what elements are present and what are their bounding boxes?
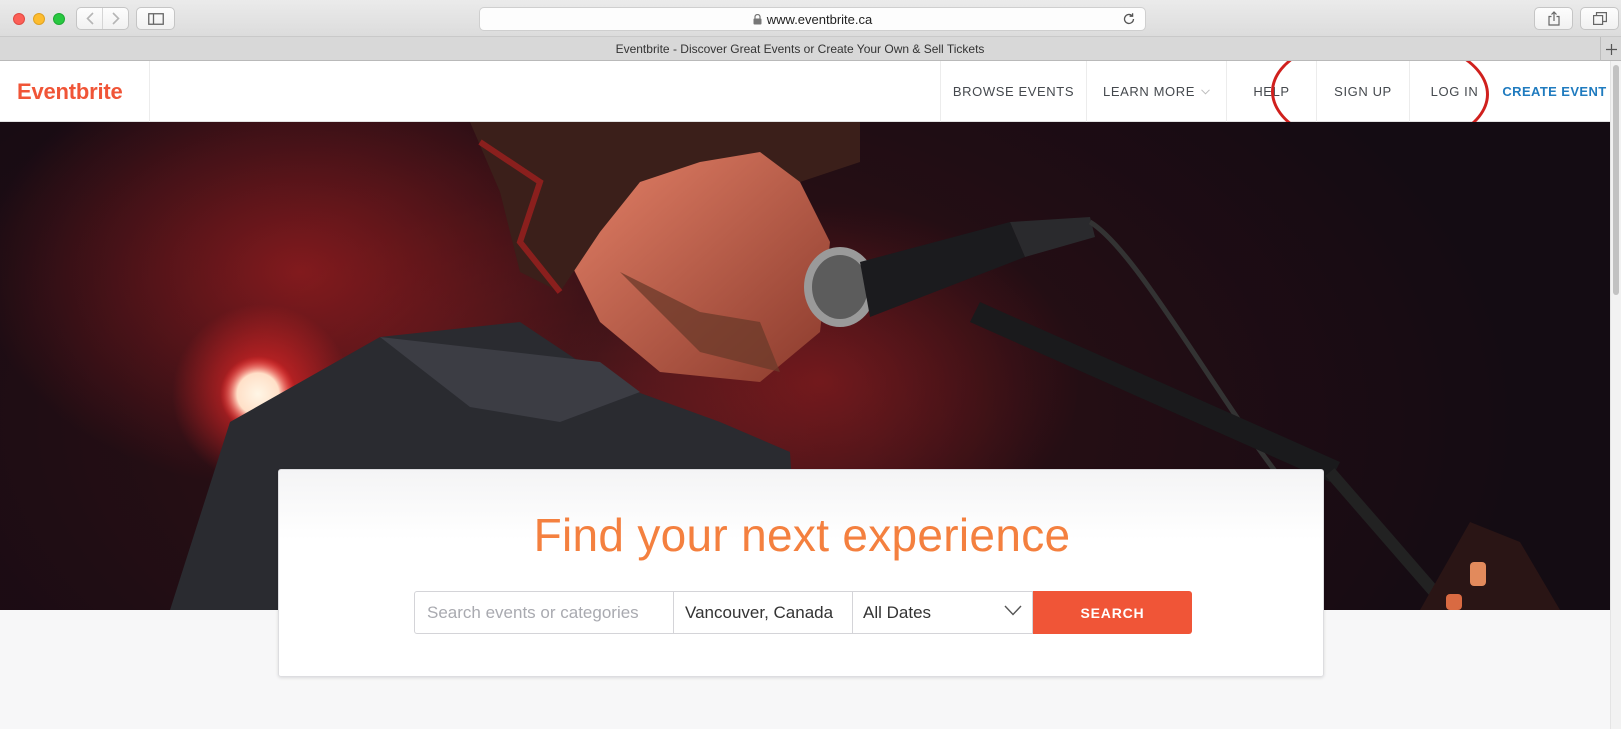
nav-help[interactable]: HELP [1226,61,1316,122]
url-text: www.eventbrite.ca [766,11,873,27]
sidebar-icon [147,12,164,25]
history-nav [76,7,129,30]
page: Eventbrite BROWSE EVENTS LEARN MORE HELP… [0,61,1610,729]
sidebar-toggle-button[interactable] [136,7,175,30]
search-button[interactable]: SEARCH [1033,591,1192,634]
search-row: Vancouver, Canada All Dates SEARCH [414,591,1192,634]
share-icon [1547,11,1560,26]
share-button[interactable] [1534,7,1573,30]
address-bar[interactable]: www.eventbrite.ca [479,7,1146,31]
chevron-down-icon [1201,88,1210,95]
close-window-button[interactable] [13,13,25,25]
scrollbar-thumb[interactable] [1613,65,1619,295]
forward-button[interactable] [102,8,128,29]
main-nav: BROWSE EVENTS LEARN MORE HELP SIGN UP LO… [940,61,1610,122]
new-tab-icon [1605,43,1617,55]
show-tabs-button[interactable] [1580,7,1619,30]
nav-create-event[interactable]: CREATE EVENT [1499,61,1610,122]
search-input[interactable] [414,591,674,634]
back-icon [85,12,94,25]
tab-title[interactable]: Eventbrite - Discover Great Events or Cr… [0,42,1600,56]
tabs-icon [1592,12,1607,25]
nav-learn-more[interactable]: LEARN MORE [1086,61,1226,122]
browser-toolbar: www.eventbrite.ca [0,0,1621,37]
nav-log-in[interactable]: LOG IN [1409,61,1499,122]
date-select[interactable]: All Dates [853,591,1033,634]
logo-cell: Eventbrite [0,61,150,122]
minimize-window-button[interactable] [33,13,45,25]
nav-browse-events[interactable]: BROWSE EVENTS [940,61,1086,122]
nav-sign-up[interactable]: SIGN UP [1316,61,1409,122]
page-scrollbar[interactable] [1610,61,1621,729]
location-field[interactable]: Vancouver, Canada [674,591,853,634]
new-tab-button[interactable] [1600,37,1621,61]
chevron-down-icon [1004,605,1022,616]
search-card: Find your next experience Vancouver, Can… [278,469,1324,677]
date-select-value: All Dates [863,602,932,622]
hero-headline: Find your next experience [533,509,1071,561]
tab-bar: Eventbrite - Discover Great Events or Cr… [0,37,1621,61]
lock-icon [753,13,762,25]
site-header: Eventbrite BROWSE EVENTS LEARN MORE HELP… [0,61,1610,154]
forward-icon [111,12,120,25]
reload-icon[interactable] [1122,12,1136,26]
maximize-window-button[interactable] [53,13,65,25]
back-button[interactable] [77,8,102,29]
eventbrite-logo[interactable]: Eventbrite [17,79,123,105]
nav-learn-more-label: LEARN MORE [1103,84,1195,99]
